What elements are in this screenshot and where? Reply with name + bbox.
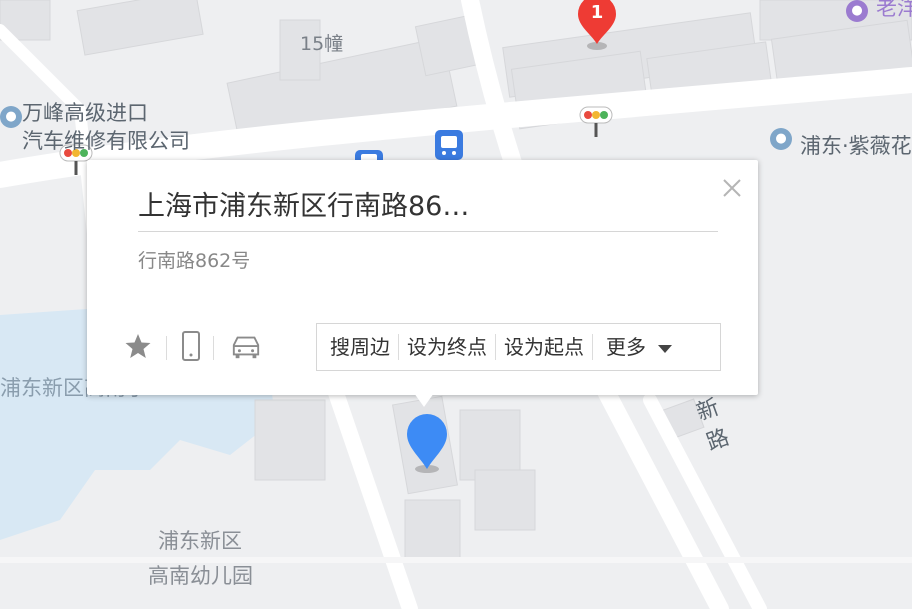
marker-number: 1 — [590, 2, 604, 23]
phone-icon[interactable] — [176, 331, 206, 361]
set-destination-button[interactable]: 设为终点 — [399, 323, 495, 371]
poi-label-wanfeng-1[interactable]: 万峰高级进口 — [22, 100, 148, 127]
set-origin-button[interactable]: 设为起点 — [496, 323, 592, 371]
poi-icon: ● — [0, 106, 22, 128]
search-nearby-button[interactable]: 搜周边 — [317, 323, 398, 371]
popup-address: 行南路862号 — [138, 250, 251, 272]
poi-label-kindergarten-1[interactable]: 浦东新区 — [158, 528, 242, 555]
poi-icon: ● — [770, 128, 792, 150]
close-icon[interactable] — [720, 176, 744, 200]
more-button[interactable]: 更多 — [593, 323, 680, 371]
divider — [166, 336, 167, 360]
popup-pointer — [414, 393, 434, 407]
location-info-popup: 上海市浦东新区行南路86… 行南路862号 搜周边 设为终点 设为起点 更多 — [87, 160, 758, 395]
star-icon[interactable] — [123, 331, 153, 361]
poi-label-pudong-zi[interactable]: 浦东·紫薇花 — [800, 133, 912, 160]
poi-icon: ● — [846, 0, 868, 22]
car-icon[interactable] — [231, 331, 261, 361]
traffic-light-icon — [579, 106, 613, 137]
popup-title: 上海市浦东新区行南路86… — [138, 187, 718, 232]
divider — [213, 336, 214, 360]
poi-label-top-right[interactable]: 老洋 — [876, 0, 912, 22]
chevron-down-icon — [658, 344, 672, 353]
poi-label-wanfeng-2[interactable]: 汽车维修有限公司 — [22, 128, 190, 155]
popup-actions: 搜周边 设为终点 设为起点 更多 — [316, 323, 721, 371]
more-label: 更多 — [606, 335, 646, 359]
building-label: 15幢 — [300, 33, 344, 55]
poi-label-kindergarten-2[interactable]: 高南幼儿园 — [148, 563, 253, 590]
bus-stop-icon — [435, 130, 463, 160]
